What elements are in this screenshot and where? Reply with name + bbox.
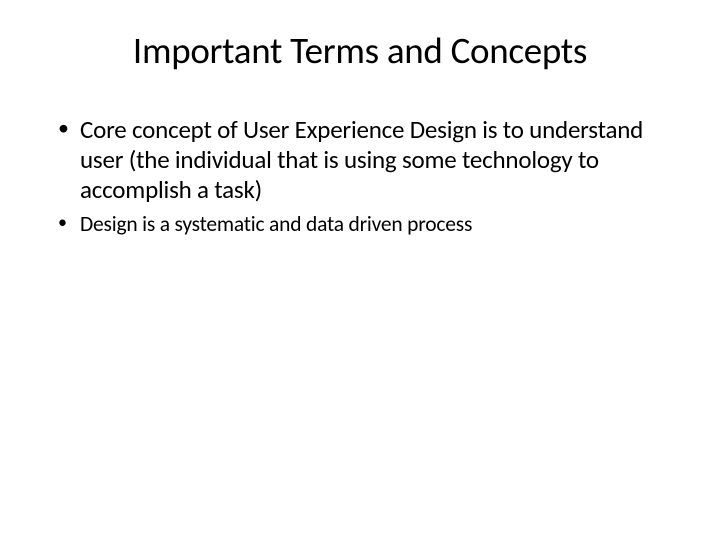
bullet-list: Core concept of User Experience Design i… [40,115,680,238]
bullet-item: Design is a systematic and data driven p… [54,211,680,238]
bullet-item: Core concept of User Experience Design i… [54,115,680,205]
slide-container: Important Terms and Concepts Core concep… [0,0,720,540]
slide-title: Important Terms and Concepts [40,28,680,73]
